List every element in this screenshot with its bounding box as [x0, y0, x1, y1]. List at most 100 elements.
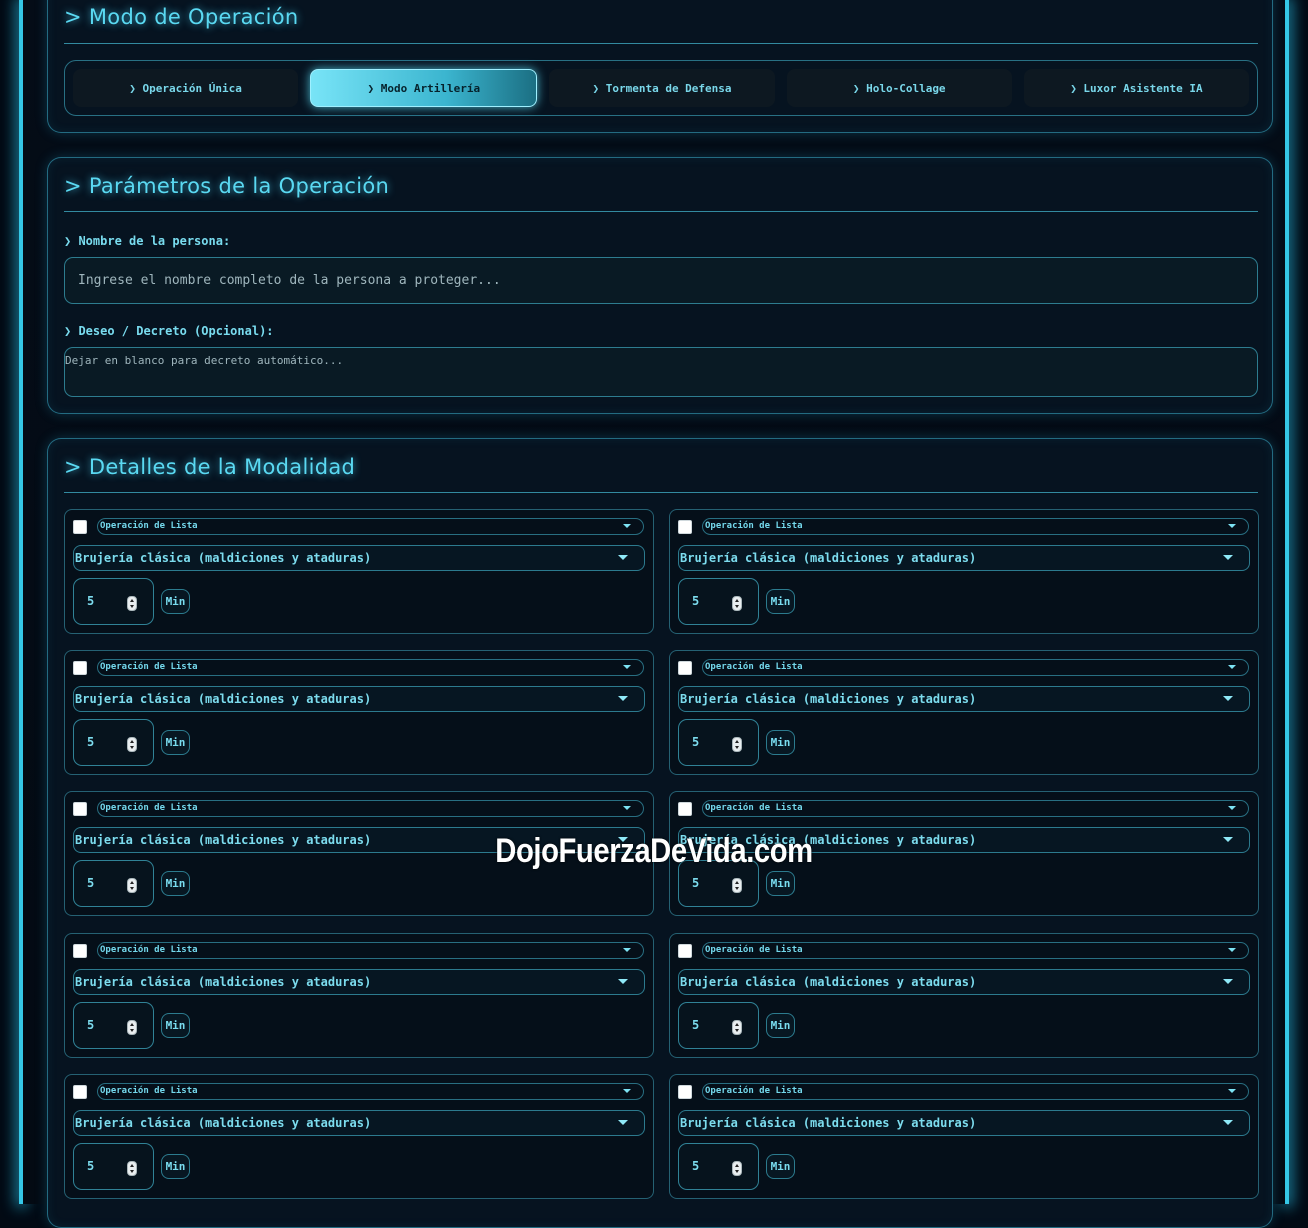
minutes-input[interactable]: 5: [678, 719, 759, 766]
list-select[interactable]: Operación de Lista: [97, 1083, 644, 1100]
card-checkbox[interactable]: [678, 661, 692, 675]
category-select[interactable]: Brujería clásica (maldiciones y ataduras…: [73, 686, 645, 712]
category-select-value: Brujería clásica (maldiciones y ataduras…: [680, 975, 977, 989]
stepper-icon[interactable]: [127, 1161, 137, 1176]
chevron-down-icon: [618, 1120, 628, 1125]
list-select[interactable]: Operación de Lista: [97, 800, 644, 817]
chevron-down-icon: [623, 524, 631, 528]
list-select[interactable]: Operación de Lista: [702, 942, 1249, 959]
stepper-icon[interactable]: [732, 878, 742, 893]
tab-luxor-asistente-ia[interactable]: ❯ Luxor Asistente IA: [1023, 69, 1250, 107]
category-select[interactable]: Brujería clásica (maldiciones y ataduras…: [73, 969, 645, 995]
operation-card: Operación de Lista Brujería clásica (mal…: [669, 650, 1259, 775]
stepper-icon[interactable]: [127, 596, 137, 611]
minutes-input[interactable]: 5: [678, 578, 759, 625]
chevron-down-icon: [618, 696, 628, 701]
list-select-label: Operación de Lista: [705, 662, 803, 672]
list-select[interactable]: Operación de Lista: [702, 1083, 1249, 1100]
chevron-down-icon: [623, 1089, 631, 1093]
tab-operacion-unica[interactable]: ❯ Operación Única: [73, 69, 299, 107]
minutes-input[interactable]: 5: [73, 719, 154, 766]
card-checkbox[interactable]: [73, 1085, 87, 1099]
category-select-value: Brujería clásica (maldiciones y ataduras…: [75, 551, 372, 565]
card-checkbox[interactable]: [678, 802, 692, 816]
minutes-input[interactable]: 5: [73, 578, 154, 625]
minutes-value: 5: [692, 1018, 700, 1032]
category-select[interactable]: Brujería clásica (maldiciones y ataduras…: [678, 1110, 1250, 1136]
category-select-value: Brujería clásica (maldiciones y ataduras…: [75, 692, 372, 706]
stepper-icon[interactable]: [127, 1020, 137, 1035]
category-select[interactable]: Brujería clásica (maldiciones y ataduras…: [678, 686, 1250, 712]
card-checkbox[interactable]: [73, 661, 87, 675]
tab-tormenta-de-defensa[interactable]: ❯ Tormenta de Defensa: [549, 69, 775, 107]
stepper-icon[interactable]: [732, 1020, 742, 1035]
stepper-icon[interactable]: [732, 1161, 742, 1176]
chevron-down-icon: [1228, 948, 1236, 952]
chevron-down-icon: [1228, 524, 1236, 528]
category-select[interactable]: Brujería clásica (maldiciones y ataduras…: [73, 545, 645, 571]
chevron-down-icon: [623, 948, 631, 952]
category-select[interactable]: Brujería clásica (maldiciones y ataduras…: [678, 969, 1250, 995]
name-input[interactable]: [64, 257, 1258, 304]
params-panel: > Parámetros de la Operación ❯ Nombre de…: [47, 157, 1273, 414]
operation-card: Operación de Lista Brujería clásica (mal…: [64, 509, 654, 634]
category-select-value: Brujería clásica (maldiciones y ataduras…: [680, 551, 977, 565]
list-select[interactable]: Operación de Lista: [702, 800, 1249, 817]
wish-textarea[interactable]: [64, 347, 1258, 397]
watermark-text: DojoFuerzaDeVida.com: [495, 832, 813, 870]
minutes-value: 5: [692, 594, 700, 608]
divider: [64, 211, 1258, 212]
minutes-input[interactable]: 5: [678, 1002, 759, 1049]
mode-panel: > Modo de Operación ❯ Operación Única ❯ …: [47, 0, 1273, 133]
list-select[interactable]: Operación de Lista: [97, 659, 644, 676]
list-select[interactable]: Operación de Lista: [97, 942, 644, 959]
minutes-value: 5: [692, 735, 700, 749]
minutes-value: 5: [87, 1018, 95, 1032]
operation-card: Operación de Lista Brujería clásica (mal…: [64, 1074, 654, 1199]
list-select-label: Operación de Lista: [100, 521, 198, 531]
unit-label: Min: [766, 1013, 795, 1038]
list-select-label: Operación de Lista: [705, 1086, 803, 1096]
category-select[interactable]: Brujería clásica (maldiciones y ataduras…: [73, 1110, 645, 1136]
tab-holo-collage[interactable]: ❯ Holo-Collage: [786, 69, 1012, 107]
stepper-icon[interactable]: [127, 737, 137, 752]
category-select-value: Brujería clásica (maldiciones y ataduras…: [75, 975, 372, 989]
unit-label: Min: [766, 1154, 795, 1179]
stepper-icon[interactable]: [732, 596, 742, 611]
tab-modo-artilleria[interactable]: ❯ Modo Artillería: [310, 69, 538, 107]
minutes-input[interactable]: 5: [678, 1143, 759, 1190]
minutes-value: 5: [87, 735, 95, 749]
card-checkbox[interactable]: [73, 802, 87, 816]
card-checkbox[interactable]: [73, 944, 87, 958]
card-checkbox[interactable]: [73, 520, 87, 534]
list-select-label: Operación de Lista: [705, 521, 803, 531]
unit-label: Min: [766, 871, 795, 896]
card-checkbox[interactable]: [678, 944, 692, 958]
stepper-icon[interactable]: [732, 737, 742, 752]
list-select[interactable]: Operación de Lista: [97, 518, 644, 535]
minutes-value: 5: [87, 876, 95, 890]
chevron-down-icon: [623, 665, 631, 669]
card-checkbox[interactable]: [678, 520, 692, 534]
minutes-input[interactable]: 5: [73, 1143, 154, 1190]
right-glow-border: [1285, 0, 1289, 1204]
chevron-down-icon: [618, 555, 628, 560]
list-select[interactable]: Operación de Lista: [702, 659, 1249, 676]
chevron-down-icon: [1223, 837, 1233, 842]
minutes-input[interactable]: 5: [73, 1002, 154, 1049]
operation-card: Operación de Lista Brujería clásica (mal…: [64, 650, 654, 775]
card-checkbox[interactable]: [678, 1085, 692, 1099]
category-select-value: Brujería clásica (maldiciones y ataduras…: [75, 1116, 372, 1130]
chevron-down-icon: [1223, 1120, 1233, 1125]
chevron-down-icon: [1228, 1089, 1236, 1093]
minutes-value: 5: [87, 594, 95, 608]
chevron-down-icon: [1228, 806, 1236, 810]
stepper-icon[interactable]: [127, 878, 137, 893]
category-select[interactable]: Brujería clásica (maldiciones y ataduras…: [678, 545, 1250, 571]
operation-card: Operación de Lista Brujería clásica (mal…: [64, 933, 654, 1058]
chevron-down-icon: [618, 979, 628, 984]
list-select-label: Operación de Lista: [100, 662, 198, 672]
minutes-value: 5: [87, 1159, 95, 1173]
list-select[interactable]: Operación de Lista: [702, 518, 1249, 535]
chevron-down-icon: [1223, 979, 1233, 984]
